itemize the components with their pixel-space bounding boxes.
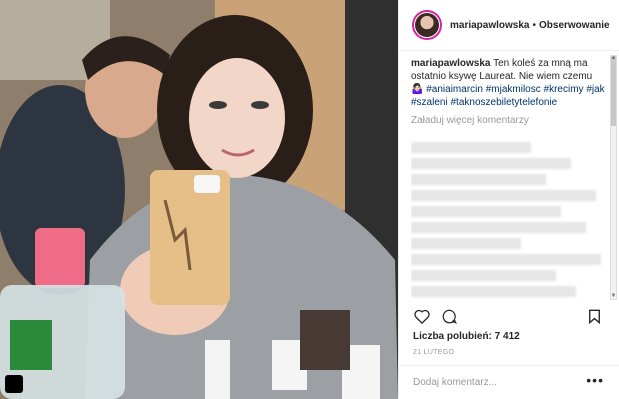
add-comment-input[interactable]: Dodaj komentarz... — [413, 377, 497, 388]
comment-icon[interactable] — [442, 309, 457, 324]
caption-username[interactable]: mariapawlowska — [411, 58, 490, 69]
heart-icon[interactable] — [414, 309, 430, 324]
follow-button[interactable]: Obserwowanie — [539, 20, 610, 31]
hashtag-mjakmilosc[interactable]: #mjakmilosc — [486, 84, 541, 95]
instagram-post-view: mariapawlowska • Obserwowanie mariapawlo… — [0, 0, 619, 399]
hashtag-taknoszebiletytelefonie[interactable]: #taknoszebiletytelefonie — [450, 97, 557, 108]
blurred-comments — [411, 140, 606, 300]
caption: mariapawlowska Ten koleś za mną ma ostat… — [411, 57, 606, 109]
avatar-image — [415, 13, 439, 37]
avatar[interactable] — [412, 10, 442, 40]
scroll-down-icon[interactable]: ▼ — [610, 293, 617, 300]
comments-scrollbar[interactable]: ▲ ▼ — [610, 55, 617, 300]
action-bar — [414, 309, 457, 324]
scroll-up-icon[interactable]: ▲ — [610, 55, 617, 62]
user-tag-icon[interactable] — [5, 375, 23, 393]
post-header: mariapawlowska • Obserwowanie — [399, 0, 619, 51]
load-more-comments-link[interactable]: Załaduj więcej komentarzy — [411, 114, 606, 127]
hashtag-krecimy[interactable]: #krecimy — [544, 84, 584, 95]
post-photo[interactable] — [0, 0, 398, 399]
post-date: 21 LUTEGO — [413, 349, 455, 356]
likes-count[interactable]: Liczba polubień: 7 412 — [413, 331, 520, 342]
hashtag-aniaimarcin[interactable]: #aniaimarcin — [426, 84, 483, 95]
hashtag-szaleni[interactable]: #szaleni — [411, 97, 448, 108]
bookmark-icon[interactable] — [588, 309, 601, 324]
mirror-selfie-image — [0, 0, 398, 399]
add-comment-bar: Dodaj komentarz... ••• — [398, 365, 619, 399]
scrollbar-thumb[interactable] — [611, 56, 616, 126]
hashtag-jak[interactable]: #jak — [586, 84, 604, 95]
more-options-icon[interactable]: ••• — [586, 372, 604, 388]
header-separator: • — [532, 19, 536, 31]
header-username[interactable]: mariapawlowska — [450, 20, 529, 31]
comments-section: mariapawlowska Ten koleś za mną ma ostat… — [411, 57, 606, 127]
